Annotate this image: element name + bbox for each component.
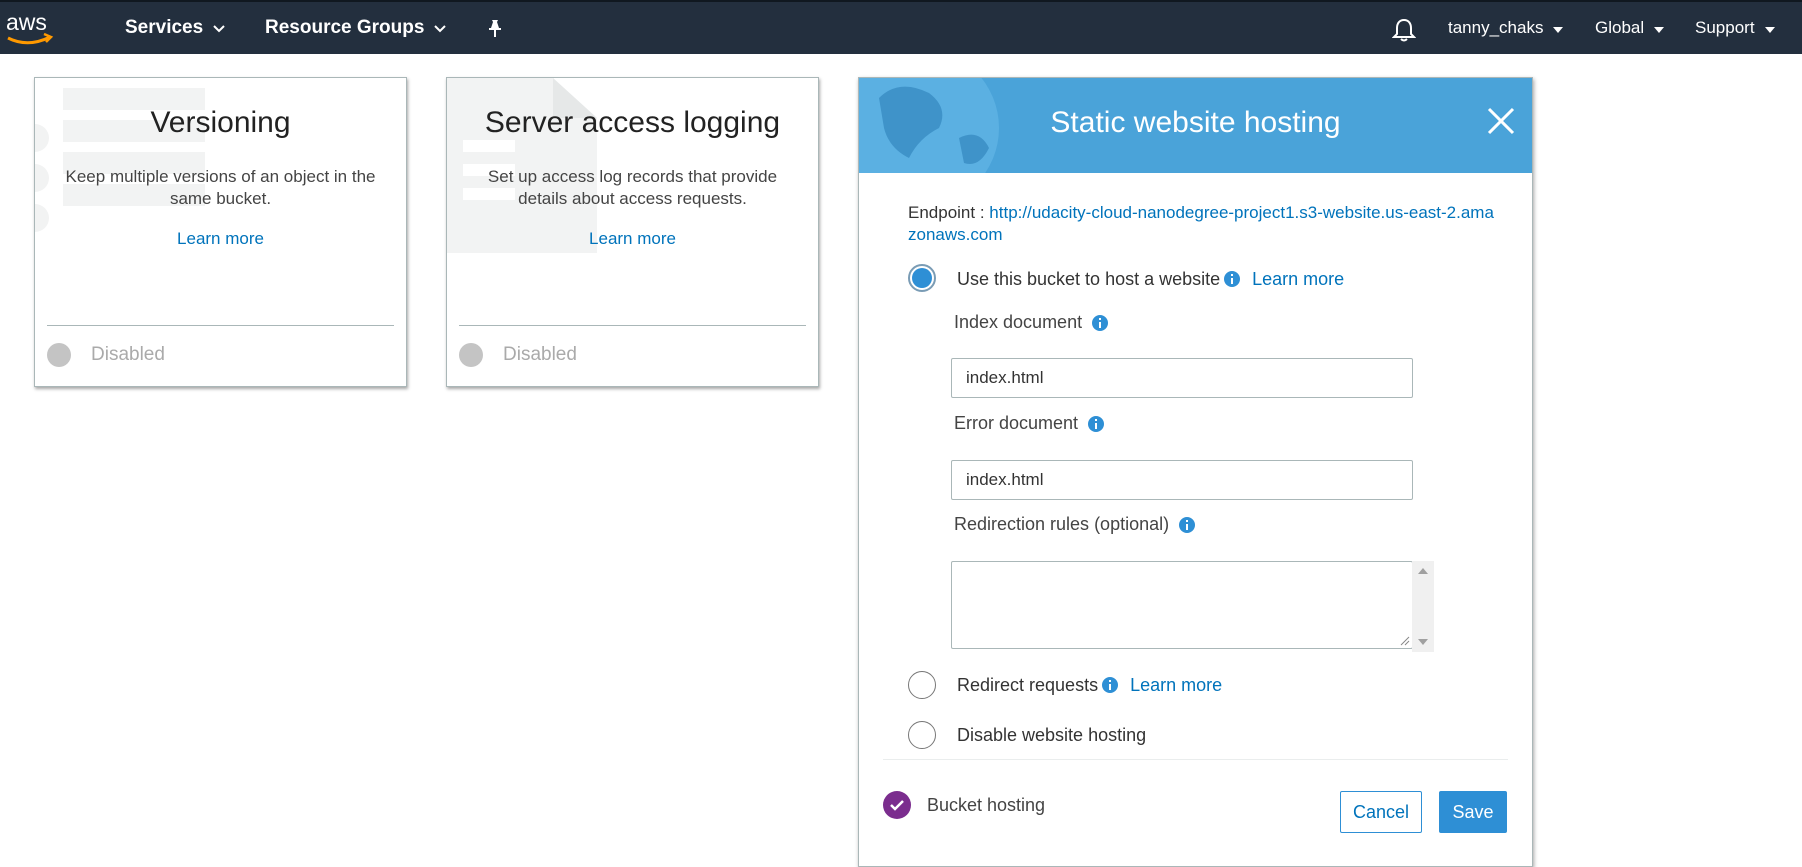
close-icon[interactable] [1486, 106, 1516, 136]
disabled-status-dot [459, 343, 483, 367]
endpoint: Endpoint : http://udacity-cloud-nanodegr… [908, 202, 1498, 246]
disable-hosting-label: Disable website hosting [957, 724, 1147, 745]
resource-groups-label: Resource Groups [265, 17, 425, 38]
resize-grip-icon[interactable] [1400, 636, 1410, 646]
cancel-button[interactable]: Cancel [1340, 791, 1422, 833]
caret-down-icon [1553, 18, 1564, 38]
services-menu[interactable]: Services [125, 2, 225, 54]
host-website-option: Use this bucket to host a website Learn … [957, 265, 1344, 293]
caret-down-icon [1654, 18, 1665, 38]
status-text: Disabled [91, 344, 165, 365]
error-document-label-text: Error document [954, 413, 1079, 433]
host-website-label: Use this bucket to host a website [957, 268, 1221, 289]
redirect-requests-option: Redirect requests Learn more [957, 671, 1222, 699]
card-status: Disabled [47, 343, 165, 367]
user-name: tanny_chaks [1448, 18, 1544, 37]
redirection-rules-textarea[interactable] [952, 562, 1394, 650]
user-menu[interactable]: tanny_chaks [1448, 2, 1564, 54]
card-description: Keep multiple versions of an object in t… [65, 167, 376, 208]
info-icon[interactable] [1102, 677, 1119, 693]
error-document-input[interactable] [951, 460, 1413, 500]
support-menu[interactable]: Support [1695, 2, 1775, 54]
error-document-label: Error document [954, 413, 1105, 434]
redirect-requests-radio[interactable] [908, 671, 936, 699]
save-button[interactable]: Save [1439, 791, 1507, 833]
card-title: Server access logging [484, 106, 781, 139]
learn-more-link[interactable]: Learn more [1130, 675, 1222, 696]
top-navigation-bar: aws Services Resource Groups tanny_chaks [0, 0, 1802, 54]
scroll-up-arrow-icon[interactable] [1418, 568, 1428, 574]
chevron-down-icon [213, 17, 225, 39]
bucket-hosting-status: Bucket hosting [883, 791, 1045, 819]
bell-icon[interactable] [1391, 17, 1417, 43]
info-icon[interactable] [1092, 314, 1109, 331]
redirection-rules-label: Redirection rules (optional) [954, 514, 1196, 535]
panel-header: Static website hosting [859, 78, 1532, 173]
info-icon[interactable] [1224, 271, 1241, 287]
redirect-requests-label: Redirect requests [957, 674, 1099, 695]
region-menu[interactable]: Global [1595, 2, 1665, 54]
check-icon [883, 791, 911, 819]
info-icon[interactable] [1179, 516, 1196, 533]
services-label: Services [125, 17, 204, 38]
server-access-logging-card[interactable]: Server access logging Set up access log … [446, 77, 819, 387]
endpoint-link[interactable]: http://udacity-cloud-nanodegree-project1… [908, 203, 1494, 244]
disable-hosting-option: Disable website hosting [957, 721, 1146, 749]
disable-hosting-radio[interactable] [908, 721, 936, 749]
index-document-label-text: Index document [954, 312, 1083, 332]
card-title: Versioning [150, 106, 291, 139]
info-icon[interactable] [1088, 415, 1105, 432]
pin-icon[interactable] [485, 18, 505, 40]
scroll-down-arrow-icon[interactable] [1418, 639, 1428, 645]
card-divider [459, 325, 806, 326]
textarea-scrollbar[interactable] [1412, 561, 1434, 652]
card-divider [47, 325, 394, 326]
versioning-card[interactable]: Versioning Keep multiple versions of an … [34, 77, 407, 387]
redirection-rules-label-text: Redirection rules (optional) [954, 514, 1170, 534]
aws-logo[interactable]: aws [4, 8, 62, 48]
aws-logo-text: aws [6, 9, 47, 35]
redirection-rules-field [951, 561, 1434, 652]
region-label: Global [1595, 18, 1645, 37]
support-label: Support [1695, 18, 1755, 37]
endpoint-label: Endpoint : [908, 203, 985, 222]
panel-divider [883, 759, 1508, 760]
learn-more-link[interactable]: Learn more [447, 229, 818, 249]
caret-down-icon [1764, 18, 1775, 38]
host-website-radio[interactable] [908, 264, 936, 292]
learn-more-link[interactable]: Learn more [35, 229, 406, 249]
learn-more-link[interactable]: Learn more [1252, 269, 1344, 290]
disabled-status-dot [47, 343, 71, 367]
static-website-hosting-panel: Static website hosting Endpoint : http:/… [858, 77, 1533, 867]
index-document-label: Index document [954, 312, 1109, 333]
index-document-input[interactable] [951, 358, 1413, 398]
bucket-hosting-label: Bucket hosting [927, 794, 1046, 815]
status-text: Disabled [503, 344, 577, 365]
panel-title: Static website hosting [1050, 106, 1341, 139]
chevron-down-icon [434, 17, 447, 39]
resource-groups-menu[interactable]: Resource Groups [265, 2, 447, 54]
card-status: Disabled [459, 343, 577, 367]
card-description: Set up access log records that provide d… [487, 167, 778, 208]
